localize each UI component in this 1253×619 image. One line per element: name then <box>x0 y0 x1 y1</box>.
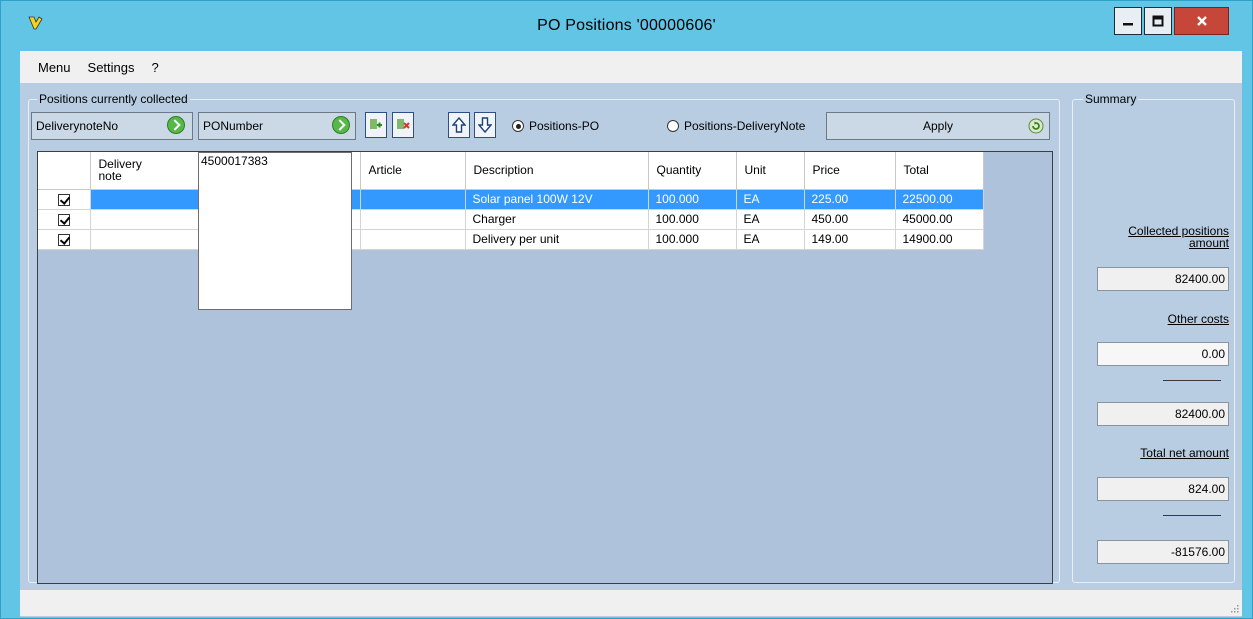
apply-button-label: Apply <box>922 119 954 133</box>
close-button[interactable] <box>1174 7 1229 35</box>
cell-unit[interactable]: EA <box>736 189 805 210</box>
remove-positions-button[interactable] <box>392 112 414 138</box>
cell-description[interactable]: Delivery per unit <box>465 229 649 250</box>
row-checkbox[interactable] <box>57 233 70 246</box>
deliverynote-go-icon[interactable] <box>167 116 185 134</box>
table-row[interactable]: Delivery per unit 100.000 EA 149.00 1490… <box>38 229 984 250</box>
column-header-quantity[interactable]: Quantity <box>648 152 737 190</box>
difference-value: -81576.00 <box>1097 540 1229 564</box>
radio-positions-po[interactable]: Positions-PO <box>512 119 599 133</box>
resize-grip-icon[interactable] <box>1229 603 1239 613</box>
column-header-price[interactable]: Price <box>804 152 896 190</box>
other-costs-label: Other costs <box>1167 312 1229 326</box>
cell-unit[interactable]: EA <box>736 229 805 250</box>
arrow-up-icon <box>452 117 466 133</box>
menu-item-menu[interactable]: Menu <box>38 60 71 75</box>
arrow-down-icon <box>478 117 492 133</box>
maximize-icon <box>1152 15 1164 27</box>
add-positions-icon <box>370 119 382 129</box>
summary-separator-2 <box>1163 515 1221 516</box>
column-header-unit[interactable]: Unit <box>736 152 805 190</box>
summary-group: Summary <box>1072 93 1235 583</box>
add-positions-button[interactable] <box>365 112 387 138</box>
cell-total[interactable]: 14900.00 <box>895 229 984 250</box>
client-area: Menu Settings ? Positions currently coll… <box>20 51 1242 617</box>
row-checkbox-cell[interactable] <box>38 209 91 230</box>
refresh-icon[interactable] <box>1028 118 1044 134</box>
summary-separator-1 <box>1163 380 1221 381</box>
remove-positions-icon <box>397 119 410 129</box>
total-net-amount-value: 824.00 <box>1097 477 1229 501</box>
positions-table: Delivery note h Article Description Quan… <box>38 152 984 250</box>
cell-article[interactable] <box>360 209 466 230</box>
deliverynote-field-label: DeliverynoteNo <box>36 119 119 133</box>
other-costs-value[interactable]: 0.00 <box>1097 342 1229 366</box>
cell-price[interactable]: 225.00 <box>804 189 896 210</box>
total-net-amount-label: Total net amount <box>1140 446 1229 460</box>
move-down-button[interactable] <box>474 112 496 138</box>
cell-delivery-note[interactable] <box>90 189 199 210</box>
row-checkbox-cell[interactable] <box>38 229 91 250</box>
maximize-button[interactable] <box>1144 7 1172 35</box>
cell-article[interactable] <box>360 229 466 250</box>
cell-total[interactable]: 22500.00 <box>895 189 984 210</box>
table-row[interactable]: Charger 100.000 EA 450.00 45000.00 <box>38 209 984 230</box>
cell-price[interactable]: 450.00 <box>804 209 896 230</box>
radio-positions-deliverynote-dot[interactable] <box>667 120 679 132</box>
cell-price[interactable]: 149.00 <box>804 229 896 250</box>
menu-item-help[interactable]: ? <box>152 60 159 75</box>
move-up-button[interactable] <box>448 112 470 138</box>
window: PO Positions '00000606' Menu Settings ? … <box>0 0 1253 619</box>
positions-group-title: Positions currently collected <box>37 92 190 106</box>
grid-header-row: Delivery note h Article Description Quan… <box>38 152 984 190</box>
subtotal-value: 82400.00 <box>1097 402 1229 426</box>
row-checkbox[interactable] <box>57 213 70 226</box>
cell-quantity[interactable]: 100.000 <box>648 209 737 230</box>
radio-positions-po-dot[interactable] <box>512 120 524 132</box>
row-checkbox[interactable] <box>57 193 70 206</box>
minimize-icon <box>1123 23 1133 26</box>
cell-quantity[interactable]: 100.000 <box>648 229 737 250</box>
cell-unit[interactable]: EA <box>736 209 805 230</box>
column-header-check[interactable] <box>38 152 91 190</box>
ponumber-field-label: PONumber <box>203 119 264 133</box>
column-header-total[interactable]: Total <box>895 152 984 190</box>
cell-description[interactable]: Solar panel 100W 12V <box>465 189 649 210</box>
close-icon <box>1196 16 1207 26</box>
cell-delivery-note[interactable] <box>90 209 199 230</box>
row-checkbox-cell[interactable] <box>38 189 91 210</box>
positions-grid[interactable]: Delivery note h Article Description Quan… <box>37 151 1053 584</box>
column-header-delivery-note[interactable]: Delivery note <box>90 152 199 190</box>
collected-positions-value: 82400.00 <box>1097 267 1229 291</box>
cell-description[interactable]: Charger <box>465 209 649 230</box>
dropdown-item[interactable]: 4500017383 <box>199 153 351 169</box>
cell-total[interactable]: 45000.00 <box>895 209 984 230</box>
table-row[interactable]: Solar panel 100W 12V 100.000 EA 225.00 2… <box>38 189 984 210</box>
minimize-button[interactable] <box>1114 7 1142 35</box>
cell-article[interactable] <box>360 189 466 210</box>
summary-group-title: Summary <box>1083 92 1139 106</box>
radio-positions-deliverynote[interactable]: Positions-DeliveryNote <box>667 119 805 133</box>
status-bar <box>20 589 1242 616</box>
apply-button[interactable]: Apply <box>826 112 1050 140</box>
radio-positions-po-label: Positions-PO <box>529 119 600 133</box>
window-title: PO Positions '00000606' <box>537 17 716 34</box>
title-bar[interactable]: PO Positions '00000606' <box>1 1 1252 51</box>
column-header-article[interactable]: Article <box>360 152 466 190</box>
column-header-description[interactable]: Description <box>465 152 649 190</box>
menu-item-settings[interactable]: Settings <box>88 60 135 75</box>
ponumber-go-icon[interactable] <box>332 116 350 134</box>
ponumber-dropdown-list[interactable]: 4500017383 <box>198 152 352 310</box>
cell-quantity[interactable]: 100.000 <box>648 189 737 210</box>
menu-bar: Menu Settings ? <box>20 51 1242 83</box>
collected-positions-label: Collected positions amount <box>1128 224 1229 250</box>
radio-positions-deliverynote-label: Positions-DeliveryNote <box>684 119 806 133</box>
cell-delivery-note[interactable] <box>90 229 199 250</box>
